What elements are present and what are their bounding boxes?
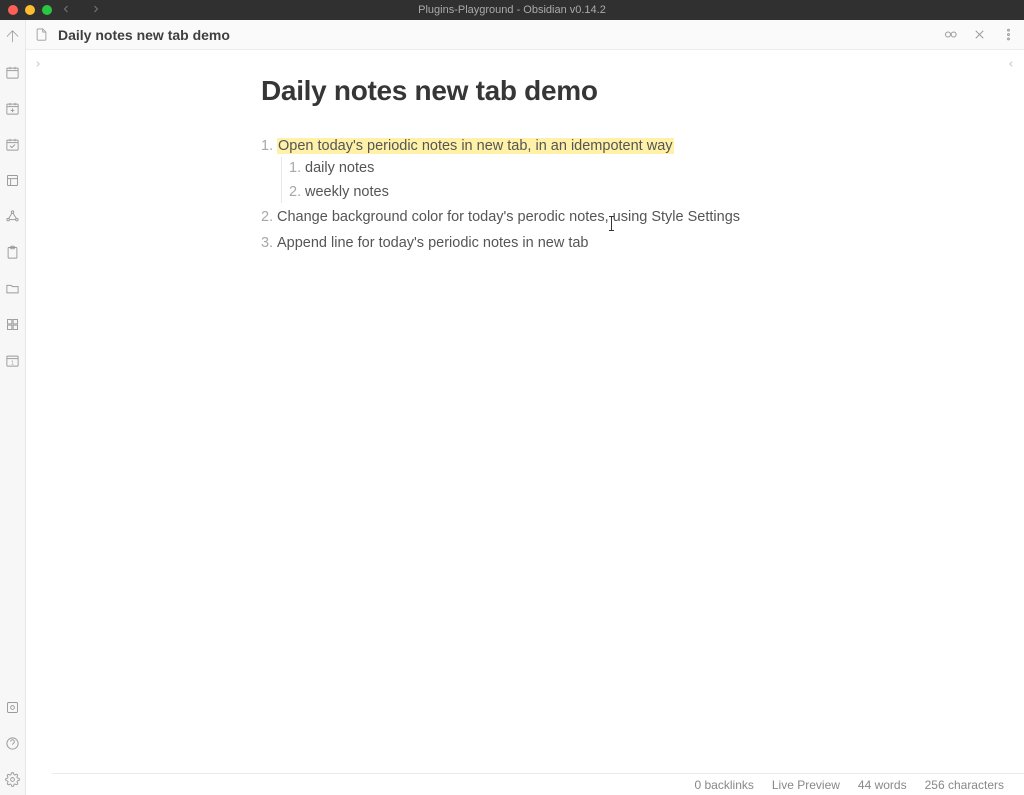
text-cursor (611, 217, 612, 230)
reading-mode-button[interactable] (943, 27, 958, 42)
document-heading: Daily notes new tab demo (261, 75, 824, 107)
help-icon[interactable] (5, 735, 21, 751)
list-item: daily notes (289, 157, 824, 179)
daily-note-icon[interactable] (5, 100, 21, 116)
maximize-window-button[interactable] (42, 5, 52, 15)
date-icon[interactable]: 1 (5, 352, 21, 368)
vault-switcher-icon[interactable] (5, 699, 21, 715)
calendar-check-icon[interactable] (5, 136, 21, 152)
main-column: Daily notes new tab demo Daily notes (26, 20, 1024, 795)
quick-switcher-icon[interactable] (5, 28, 21, 44)
list-item: Append line for today's periodic notes i… (261, 232, 824, 254)
word-count: 44 words (858, 778, 907, 792)
list-item: weekly notes (289, 181, 824, 203)
editor-mode[interactable]: Live Preview (772, 778, 840, 792)
template-icon[interactable] (5, 172, 21, 188)
settings-icon[interactable] (5, 771, 21, 787)
close-window-button[interactable] (8, 5, 18, 15)
tab-title[interactable]: Daily notes new tab demo (58, 27, 943, 43)
clipboard-icon[interactable] (5, 244, 21, 260)
left-ribbon: 1 (0, 20, 26, 795)
svg-text:1: 1 (11, 360, 14, 366)
window-title: Plugins-Playground - Obsidian v0.14.2 (418, 4, 606, 16)
highlighted-text: Open today's periodic notes in new tab, … (277, 138, 674, 154)
tab-header: Daily notes new tab demo (26, 20, 1024, 50)
more-options-button[interactable] (1001, 27, 1016, 42)
insert-template-icon[interactable] (5, 316, 21, 332)
file-icon (34, 27, 50, 43)
backlinks-count[interactable]: 0 backlinks (695, 778, 754, 792)
list-item: Change background color for today's pero… (261, 206, 824, 228)
close-tab-button[interactable] (972, 27, 987, 42)
forward-button[interactable] (90, 3, 102, 18)
back-button[interactable] (60, 3, 72, 18)
nav-arrows (60, 0, 102, 20)
char-count: 256 characters (925, 778, 1004, 792)
window-controls (8, 0, 52, 20)
list-item: Open today's periodic notes in new tab, … (261, 135, 824, 203)
calendar-icon[interactable] (5, 64, 21, 80)
graph-view-icon[interactable] (5, 208, 21, 224)
status-bar: 0 backlinks Live Preview 44 words 256 ch… (52, 773, 1024, 795)
minimize-window-button[interactable] (25, 5, 35, 15)
title-bar: Plugins-Playground - Obsidian v0.14.2 (0, 0, 1024, 20)
editor-content[interactable]: Daily notes new tab demo Open today's pe… (26, 50, 1024, 773)
folder-icon[interactable] (5, 280, 21, 296)
